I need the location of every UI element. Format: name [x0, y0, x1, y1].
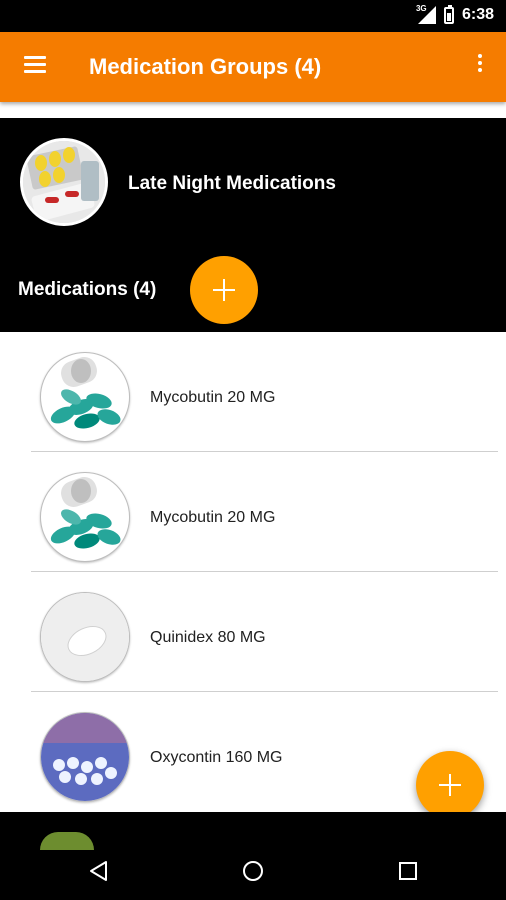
medication-list: Mycobutin 20 MG Mycobutin 20 MG Quinidex…	[0, 332, 506, 812]
medication-item-3[interactable]: Quinidex 80 MG	[0, 572, 506, 692]
medication-name: Quinidex 80 MG	[150, 629, 266, 646]
plus-icon	[439, 774, 461, 796]
medication-name: Oxycontin 160 MG	[150, 749, 283, 766]
network-type: 3G	[415, 4, 427, 13]
plus-icon	[213, 279, 235, 301]
header-separator	[0, 110, 506, 118]
status-time: 6:38	[461, 6, 494, 23]
status-bar: 3G 6:38	[0, 0, 506, 32]
capsules-bottle-thumbnail	[40, 472, 130, 562]
more-vert-icon[interactable]	[476, 54, 484, 78]
next-item-thumbnail-peek	[40, 832, 94, 850]
group-avatar[interactable]	[20, 138, 108, 226]
medication-name: Mycobutin 20 MG	[150, 509, 276, 526]
status-icons: 3G 6:38	[415, 4, 494, 24]
group-header: Late Night Medications Medications (4)	[0, 118, 506, 332]
medication-name: Mycobutin 20 MG	[150, 389, 276, 406]
recents-square-icon[interactable]	[397, 860, 419, 882]
white-tablet-thumbnail	[40, 592, 130, 682]
pills-blue-thumbnail	[40, 712, 130, 802]
add-fab-button[interactable]	[416, 751, 484, 819]
medication-item-2[interactable]: Mycobutin 20 MG	[0, 452, 506, 572]
medication-item-1[interactable]: Mycobutin 20 MG	[0, 332, 506, 452]
add-medication-button[interactable]	[190, 256, 258, 324]
medications-count-label: Medications (4)	[18, 279, 157, 300]
back-triangle-icon[interactable]	[88, 860, 110, 882]
hamburger-icon[interactable]	[24, 56, 46, 74]
page-title: Medication Groups (4)	[89, 54, 322, 79]
signal-icon: 3G	[415, 4, 436, 24]
battery-icon	[443, 4, 454, 24]
capsules-bottle-thumbnail	[40, 352, 130, 442]
group-name: Late Night Medications	[128, 173, 336, 194]
navigation-bar	[0, 812, 506, 900]
app-bar: Medication Groups (4)	[0, 32, 506, 102]
home-circle-icon[interactable]	[242, 860, 264, 882]
